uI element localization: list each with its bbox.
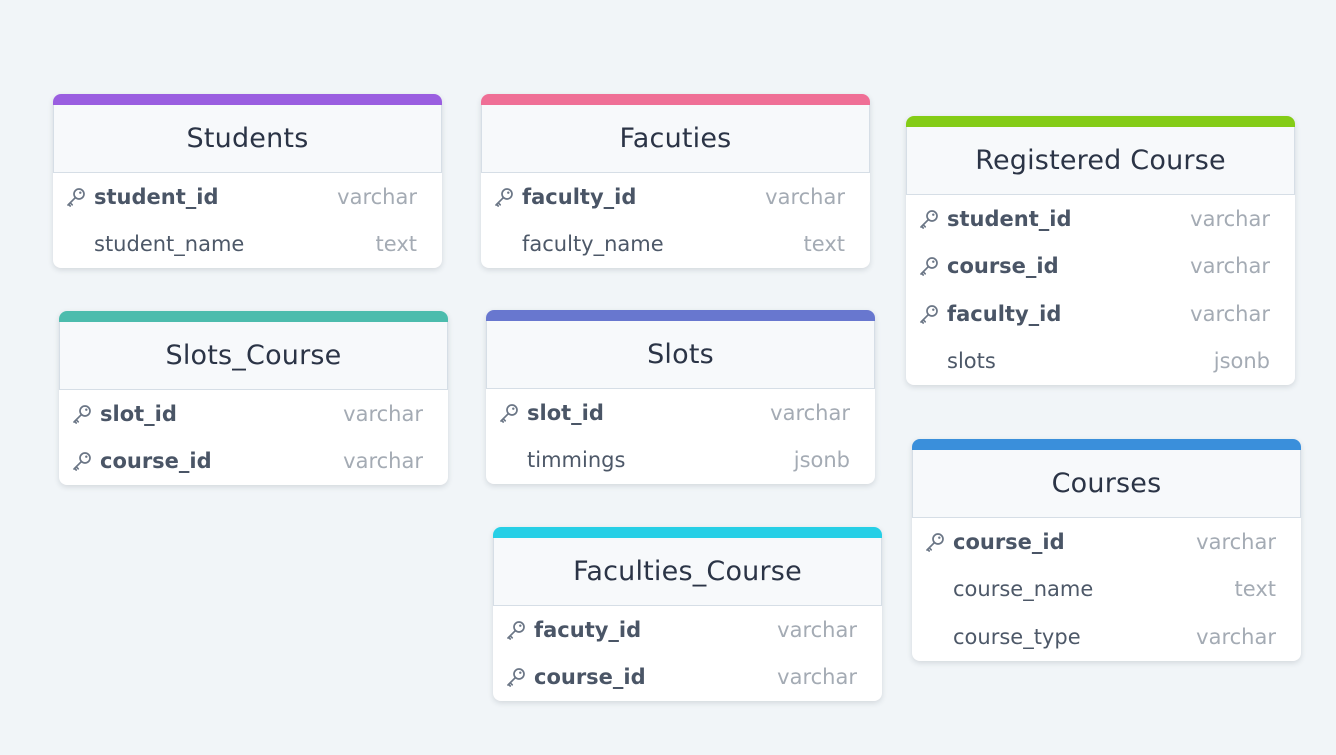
column-row[interactable]: timmings jsonb xyxy=(486,437,875,485)
column-list: facuty_id varchar course_id varchar xyxy=(493,606,882,701)
column-type: varchar xyxy=(343,401,423,426)
column-row[interactable]: faculty_name text xyxy=(481,221,870,269)
table-header[interactable]: Slots_Course xyxy=(59,322,448,390)
column-name: course_name xyxy=(953,577,1094,602)
key-icon xyxy=(67,187,85,207)
table-header[interactable]: Slots xyxy=(486,321,875,389)
table-color-bar xyxy=(486,310,875,321)
column-name: faculty_id xyxy=(522,184,637,209)
column-row[interactable]: course_id varchar xyxy=(912,518,1301,566)
column-name: course_id xyxy=(100,449,212,474)
table-color-bar xyxy=(912,439,1301,450)
column-type: varchar xyxy=(1190,254,1270,279)
column-name: student_id xyxy=(947,206,1072,231)
column-row[interactable]: course_name text xyxy=(912,566,1301,614)
column-row[interactable]: slot_id varchar xyxy=(486,389,875,437)
column-name: faculty_name xyxy=(522,232,664,257)
column-name: slots xyxy=(947,349,996,374)
column-name: course_id xyxy=(534,665,646,690)
table-color-bar xyxy=(59,311,448,322)
column-row[interactable]: student_id varchar xyxy=(906,195,1295,243)
table-courses[interactable]: Courses course_id varchar course_name text co… xyxy=(912,439,1301,661)
column-name: slot_id xyxy=(100,401,177,426)
column-type: jsonb xyxy=(1213,349,1270,374)
table-title: Slots_Course xyxy=(165,340,342,371)
column-type: jsonb xyxy=(793,448,850,473)
column-type: varchar xyxy=(1190,301,1270,326)
table-title: Students xyxy=(186,123,309,154)
column-name: facuty_id xyxy=(534,617,642,642)
table-title: Faculties_Course xyxy=(573,556,802,587)
table-title: Slots xyxy=(647,339,714,370)
table-slots-course[interactable]: Slots_Course slot_id varchar course_id varch… xyxy=(59,311,448,485)
key-icon xyxy=(73,452,91,472)
table-faculties-course[interactable]: Faculties_Course facuty_id varchar course_i… xyxy=(493,527,882,701)
column-name: student_name xyxy=(94,232,245,257)
table-header[interactable]: Students xyxy=(53,105,442,173)
table-title: Courses xyxy=(1051,468,1162,499)
column-name: course_id xyxy=(953,529,1065,554)
table-students[interactable]: Students student_id varchar student_name tex… xyxy=(53,94,442,268)
column-row[interactable]: course_id varchar xyxy=(59,438,448,486)
column-row[interactable]: student_name text xyxy=(53,221,442,269)
column-list: slot_id varchar timmings jsonb xyxy=(486,389,875,484)
column-row[interactable]: course_id varchar xyxy=(906,243,1295,291)
column-name: student_id xyxy=(94,184,219,209)
key-icon xyxy=(507,620,525,640)
table-color-bar xyxy=(906,116,1295,127)
table-header[interactable]: Facuties xyxy=(481,105,870,173)
key-icon xyxy=(920,304,938,324)
table-header[interactable]: Faculties_Course xyxy=(493,538,882,606)
column-type: varchar xyxy=(1190,206,1270,231)
column-row[interactable]: faculty_id varchar xyxy=(906,290,1295,338)
table-color-bar xyxy=(481,94,870,105)
column-row[interactable]: course_id varchar xyxy=(493,654,882,702)
column-row[interactable]: course_type varchar xyxy=(912,613,1301,661)
column-name: timmings xyxy=(527,448,626,473)
column-list: course_id varchar course_name text course_ty… xyxy=(912,518,1301,661)
column-row[interactable]: slot_id varchar xyxy=(59,390,448,438)
column-row[interactable]: slots jsonb xyxy=(906,338,1295,386)
key-icon xyxy=(926,532,944,552)
key-icon xyxy=(507,668,525,688)
column-name: course_id xyxy=(947,254,1059,279)
column-list: student_id varchar student_name text xyxy=(53,173,442,268)
table-title: Facuties xyxy=(619,123,732,154)
table-registered-course[interactable]: Registered Course student_id varchar course… xyxy=(906,116,1295,385)
column-list: slot_id varchar course_id varchar xyxy=(59,390,448,485)
column-name: course_type xyxy=(953,624,1081,649)
key-icon xyxy=(920,209,938,229)
key-icon xyxy=(73,404,91,424)
column-type: varchar xyxy=(343,449,423,474)
column-type: varchar xyxy=(777,617,857,642)
column-list: faculty_id varchar faculty_name text xyxy=(481,173,870,268)
column-type: varchar xyxy=(777,665,857,690)
table-title: Registered Course xyxy=(975,145,1226,176)
table-header[interactable]: Courses xyxy=(912,450,1301,518)
column-type: text xyxy=(1234,577,1276,602)
column-type: text xyxy=(803,232,845,257)
column-name: faculty_id xyxy=(947,301,1062,326)
column-row[interactable]: faculty_id varchar xyxy=(481,173,870,221)
column-name: slot_id xyxy=(527,400,604,425)
table-facuties[interactable]: Facuties faculty_id varchar faculty_name tex… xyxy=(481,94,870,268)
column-type: varchar xyxy=(337,184,417,209)
key-icon xyxy=(920,257,938,277)
column-type: varchar xyxy=(1196,624,1276,649)
key-icon xyxy=(495,187,513,207)
column-type: varchar xyxy=(1196,529,1276,554)
column-list: student_id varchar course_id varchar faculty… xyxy=(906,195,1295,385)
table-header[interactable]: Registered Course xyxy=(906,127,1295,195)
table-color-bar xyxy=(53,94,442,105)
table-slots[interactable]: Slots slot_id varchar timmings jsonb xyxy=(486,310,875,484)
column-row[interactable]: facuty_id varchar xyxy=(493,606,882,654)
column-type: varchar xyxy=(765,184,845,209)
column-type: varchar xyxy=(770,400,850,425)
column-row[interactable]: student_id varchar xyxy=(53,173,442,221)
table-color-bar xyxy=(493,527,882,538)
column-type: text xyxy=(375,232,417,257)
key-icon xyxy=(500,403,518,423)
